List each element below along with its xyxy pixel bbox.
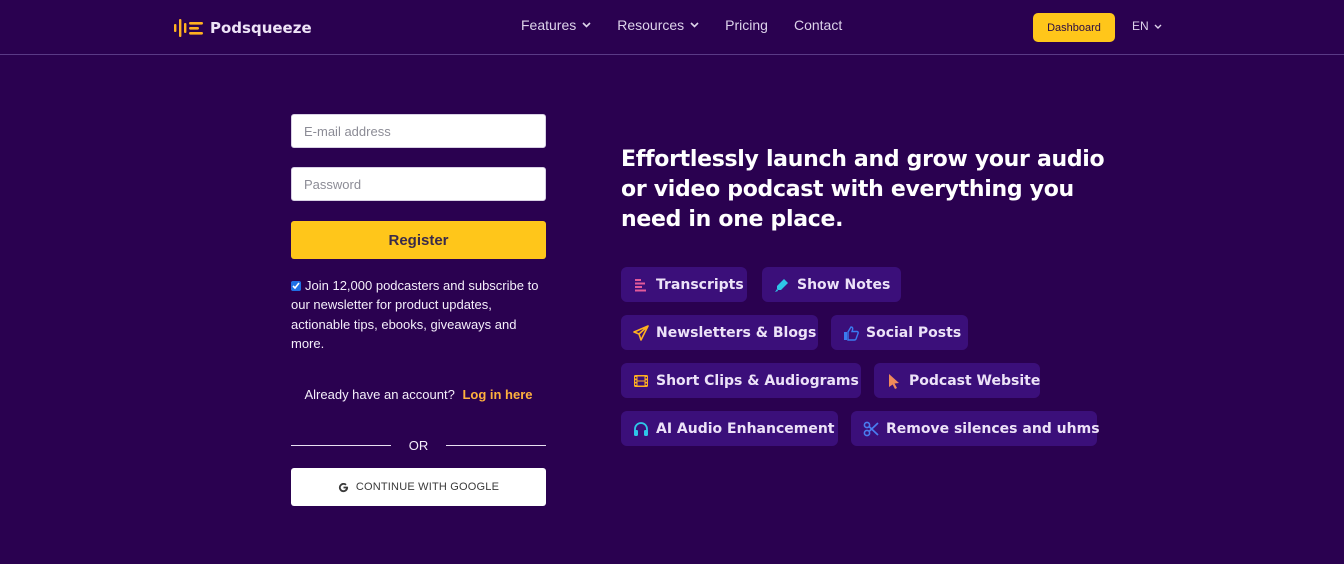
scissors-icon [863,421,879,436]
main-nav: Features Resources Pricing Contact [521,17,868,33]
feature-chip-social-posts[interactable]: Social Posts [831,315,968,350]
google-signin-label: CONTINUE WITH GOOGLE [355,481,500,494]
login-prompt-text: Already have an account? [304,387,455,403]
login-prompt: Already have an account? Log in here [291,387,546,402]
google-signin-button[interactable]: CONTINUE WITH GOOGLE [291,468,546,507]
language-label: EN [1132,19,1149,33]
email-field[interactable] [291,114,546,148]
divider-line [291,444,391,446]
nav-resources[interactable]: Resources [617,17,699,33]
nav-contact[interactable]: Contact [794,17,842,33]
feature-label: Show Notes [797,276,891,293]
nav-features-label: Features [521,17,577,33]
hero-headline: Effortlessly launch and grow your audio … [621,147,1105,232]
nav-resources-label: Resources [617,17,685,33]
paper-plane-icon [633,324,649,341]
podsqueeze-logo-icon [174,19,203,37]
site-header: Podsqueeze Features Resources Pricing Co… [0,0,1344,55]
cursor-icon [889,373,899,389]
brand-name: Podsqueeze [210,19,312,37]
film-icon [634,374,648,387]
feature-label: Transcripts [656,276,744,293]
feature-chip-podcast-website[interactable]: Podcast Website [874,363,1040,398]
divider-text: OR [408,437,429,453]
or-divider: OR [291,437,546,453]
feature-label: Newsletters & Blogs [656,324,817,341]
chevron-down-icon [690,22,699,28]
password-field[interactable] [291,167,546,201]
newsletter-text: Join 12,000 podcasters and subscribe to … [291,278,539,351]
nav-features[interactable]: Features [521,17,591,33]
feature-label: Podcast Website [909,372,1041,389]
lines-icon [635,278,646,291]
newsletter-checkbox[interactable] [291,281,301,291]
feature-chip-newsletters-blogs[interactable]: Newsletters & Blogs [621,315,818,350]
feature-label: AI Audio Enhancement [656,420,835,437]
feature-label: Remove silences and uhms [886,420,1100,437]
login-link[interactable]: Log in here [462,387,532,402]
thumbs-up-icon [844,325,859,341]
feature-chip-show-notes[interactable]: Show Notes [762,267,901,302]
nav-pricing[interactable]: Pricing [725,17,768,33]
google-icon [338,482,348,492]
feature-label: Short Clips & Audiograms [656,372,859,389]
highlighter-icon [775,278,788,292]
nav-pricing-label: Pricing [725,17,768,33]
language-selector[interactable]: EN [1132,19,1162,33]
feature-chip-transcripts[interactable]: Transcripts [621,267,747,302]
feature-chip-remove-silences[interactable]: Remove silences and uhms [851,411,1100,446]
chevron-down-icon [582,22,591,28]
headphones-icon [634,421,648,436]
register-button[interactable]: Register [291,221,546,259]
newsletter-optin: Join 12,000 podcasters and subscribe to … [291,276,546,353]
feature-label: Social Posts [866,324,962,341]
feature-chip-ai-audio[interactable]: AI Audio Enhancement [621,411,838,446]
chevron-down-icon [1154,24,1162,29]
divider-line [446,444,546,446]
dashboard-button[interactable]: Dashboard [1033,13,1115,42]
brand-logo[interactable]: Podsqueeze [174,16,312,40]
feature-chip-short-clips[interactable]: Short Clips & Audiograms [621,363,861,398]
nav-contact-label: Contact [793,17,843,33]
signup-form: Register Join 12,000 podcasters and subs… [291,114,546,507]
